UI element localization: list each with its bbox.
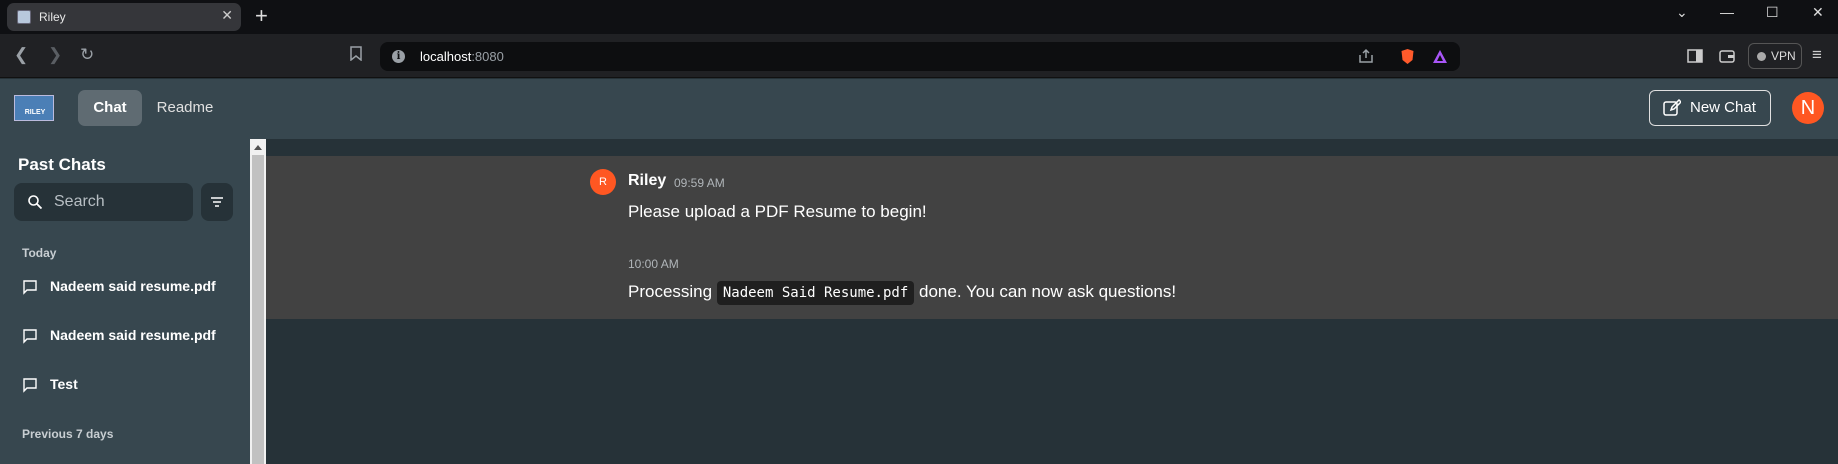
search-input[interactable]: Search xyxy=(14,183,193,221)
new-chat-label: New Chat xyxy=(1690,99,1756,116)
chevron-down-icon[interactable]: ⌄ xyxy=(1676,4,1688,21)
minimize-icon[interactable]: — xyxy=(1720,4,1734,20)
brave-shield-icon[interactable] xyxy=(1400,48,1415,70)
forward-icon[interactable]: ❯ xyxy=(48,46,62,64)
sidebar-toggle-icon[interactable] xyxy=(1687,49,1703,68)
scroll-up-icon[interactable] xyxy=(254,145,262,150)
chat-item-label: Nadeem said resume.pdf xyxy=(50,327,216,343)
sidebar: Past Chats Search Today Nadeem said resu… xyxy=(0,139,250,464)
sidebar-scrollbar[interactable] xyxy=(250,139,266,464)
url-text: localhost:8080 xyxy=(420,49,504,64)
address-bar[interactable]: i localhost:8080 xyxy=(380,42,1460,71)
url-host: localhost xyxy=(420,49,472,64)
edit-icon xyxy=(1663,99,1681,116)
search-icon xyxy=(28,195,42,209)
search-placeholder: Search xyxy=(54,193,105,210)
riley-logo: RILEY xyxy=(14,95,54,121)
message-prefix: Processing xyxy=(628,282,713,301)
chat-bubble-icon xyxy=(23,329,37,344)
scrollbar-thumb[interactable] xyxy=(252,155,264,464)
tab-chat[interactable]: Chat xyxy=(78,90,142,126)
browser-titlebar: Riley ✕ + ⌄ — ☐ ✕ xyxy=(0,0,1838,34)
user-avatar[interactable]: N xyxy=(1792,92,1824,124)
reload-icon[interactable]: ↻ xyxy=(80,46,94,64)
chat-bubble-icon xyxy=(23,280,37,295)
vpn-button[interactable]: VPN xyxy=(1748,43,1802,69)
sidebar-title: Past Chats xyxy=(18,155,106,174)
section-previous-7-days: Previous 7 days xyxy=(22,427,114,441)
new-chat-button[interactable]: New Chat xyxy=(1649,90,1771,126)
new-tab-button[interactable]: + xyxy=(255,3,268,29)
maximize-icon[interactable]: ☐ xyxy=(1766,4,1779,21)
filter-icon xyxy=(211,197,223,207)
message-author: Riley xyxy=(628,172,667,189)
chat-item-label: Test xyxy=(50,376,78,392)
message-text: Please upload a PDF Resume to begin! xyxy=(628,202,927,221)
message-time: 10:00 AM xyxy=(628,257,679,271)
brave-rewards-icon[interactable] xyxy=(1432,49,1448,69)
tab-readme[interactable]: Readme xyxy=(150,90,220,126)
bookmark-icon[interactable] xyxy=(350,46,362,65)
file-name-code: Nadeem Said Resume.pdf xyxy=(716,281,915,305)
favicon-icon xyxy=(17,10,31,24)
message-suffix: done. You can now ask questions! xyxy=(919,282,1177,301)
close-tab-icon[interactable]: ✕ xyxy=(221,7,233,24)
wallet-icon[interactable] xyxy=(1719,49,1735,68)
riley-avatar: R xyxy=(590,169,616,195)
close-window-icon[interactable]: ✕ xyxy=(1812,4,1824,21)
browser-toolbar: ❮ ❯ ↻ i localhost:8080 VPN ≡ xyxy=(0,34,1838,78)
back-icon[interactable]: ❮ xyxy=(14,46,28,64)
chat-item-label: Nadeem said resume.pdf xyxy=(50,278,216,294)
filter-button[interactable] xyxy=(201,183,233,221)
url-port: :8080 xyxy=(471,49,504,64)
app-header: RILEY Chat Readme New Chat N xyxy=(0,79,1838,139)
site-info-icon[interactable]: i xyxy=(392,50,405,63)
browser-tab[interactable]: Riley ✕ xyxy=(7,3,241,31)
message-text: Processing Nadeem Said Resume.pdf done. … xyxy=(628,281,1177,305)
section-today: Today xyxy=(22,246,57,260)
message-time: 09:59 AM xyxy=(674,176,725,190)
chat-bubble-icon xyxy=(23,378,37,393)
tab-title: Riley xyxy=(39,10,66,24)
share-icon[interactable] xyxy=(1358,48,1374,69)
menu-icon[interactable]: ≡ xyxy=(1812,46,1822,64)
message-area: R Riley 09:59 AM Please upload a PDF Res… xyxy=(266,156,1838,319)
logo-text: RILEY xyxy=(24,109,46,116)
